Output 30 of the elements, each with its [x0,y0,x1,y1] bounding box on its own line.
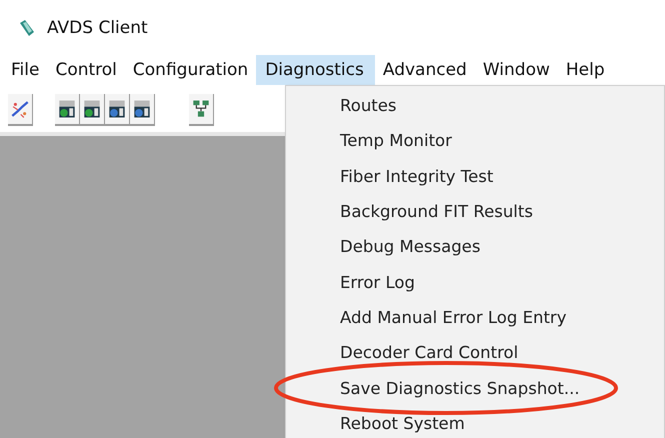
drive-icon [132,99,152,119]
menu-option[interactable]: Debug Messages [340,237,480,256]
plug-icon [10,99,30,119]
toolbar-button[interactable] [80,94,105,126]
toolbar-button[interactable] [55,94,80,126]
menu-option[interactable]: Error Log [340,272,415,292]
menu-item[interactable]: Diagnostics [256,55,375,85]
menu-option[interactable]: Background FIT Results [340,202,533,222]
menu-item[interactable]: Help [558,55,613,85]
menu-option[interactable]: Fiber Integrity Test [340,166,494,186]
network-icon [191,99,211,119]
menu-option[interactable]: Decoder Card Control [340,343,518,362]
menu-option[interactable]: Routes [340,96,396,116]
window-title: AVDS Client [47,18,148,38]
toolbar-button[interactable] [189,94,214,126]
menu-option[interactable]: Temp Monitor [340,131,452,150]
menu-item[interactable]: File [3,55,48,85]
menu-item[interactable]: Control [47,55,125,85]
drive-icon [57,99,77,119]
app-logo-icon [17,18,37,38]
drive-icon [107,99,127,119]
menu-option[interactable]: Add Manual Error Log Entry [340,308,566,327]
menu-item[interactable]: Configuration [124,55,256,85]
toolbar-button[interactable] [105,94,130,126]
toolbar-button[interactable] [130,94,155,126]
menu-option[interactable]: Reboot System [340,414,465,433]
menu-item[interactable]: Advanced [374,55,475,85]
drive-icon [82,99,102,119]
menu-item[interactable]: Window [474,55,558,85]
toolbar-button[interactable] [8,94,33,126]
